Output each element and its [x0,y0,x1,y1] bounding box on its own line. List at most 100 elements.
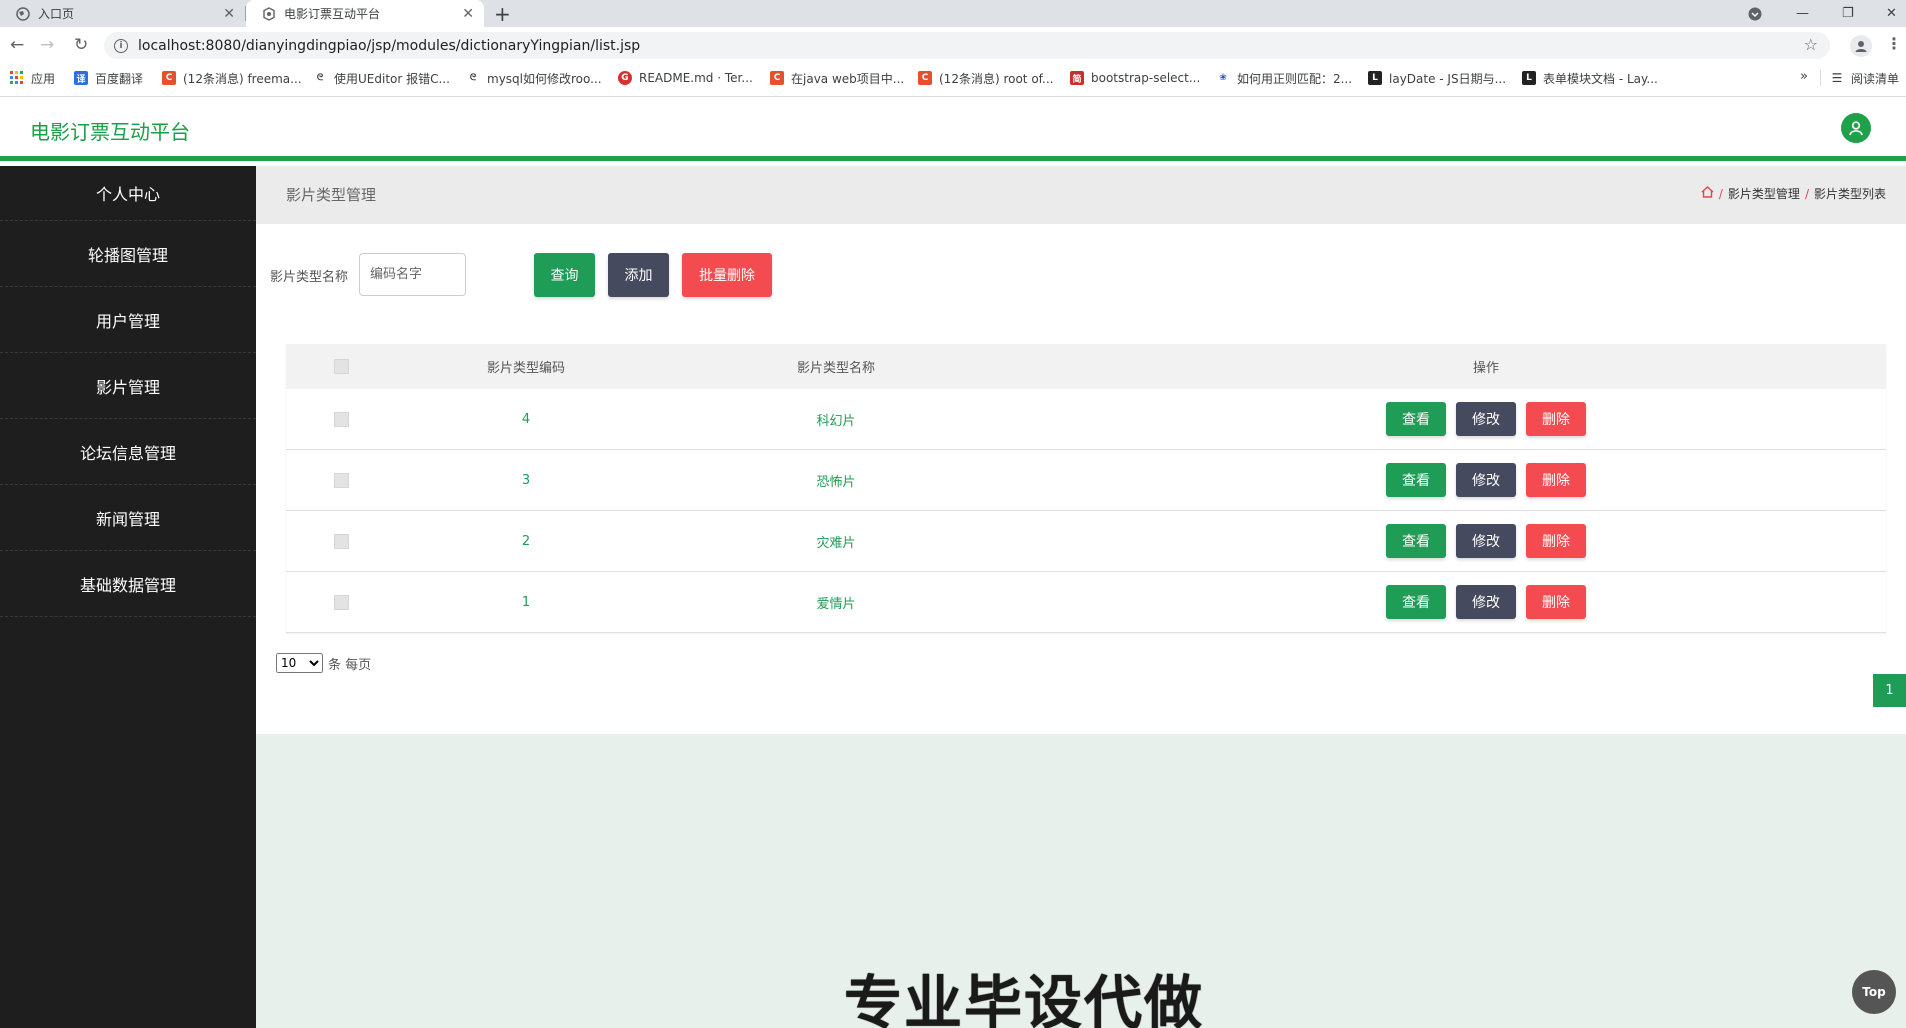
bookmark-apps[interactable]: 应用 [10,64,55,92]
edit-button[interactable]: 修改 [1456,524,1516,558]
edit-button[interactable]: 修改 [1456,585,1516,619]
page-size-select[interactable]: 10 [276,653,323,673]
back-icon[interactable]: ← [10,35,24,55]
tab-search-icon[interactable] [1748,0,1762,27]
url-bar[interactable]: i localhost:8080/dianyingdingpiao/jsp/mo… [104,32,1830,59]
profile-icon[interactable] [1850,35,1872,57]
sidebar: 个人中心 轮播图管理 用户管理 影片管理 论坛信息管理 新闻管理 基础数据管理 [0,166,256,1028]
table-row: 1 爱情片 查看 修改 删除 [286,572,1886,633]
divider [1820,70,1821,86]
cell-name: 恐怖片 [816,474,856,490]
table-row: 2 灾难片 查看 修改 删除 [286,511,1886,572]
bookmark-item[interactable]: 简 bootstrap-select... [1070,64,1200,92]
cell-ops: 查看 修改 删除 [1336,389,1636,449]
sidebar-item-movies[interactable]: 影片管理 [0,353,256,419]
bookmark-item[interactable]: C (12条消息) root of... [918,64,1053,92]
bookmarks-bar: 应用 译 百度翻译 C (12条消息) freema... ᘓ 使用UEdito… [0,64,1906,97]
delete-button[interactable]: 删除 [1526,402,1586,436]
batch-delete-button[interactable]: 批量删除 [682,253,772,297]
bookmark-item[interactable]: G README.md · Ter... [618,64,753,92]
data-table: 影片类型编码 影片类型名称 操作 4 科幻片 查看 修改 删除 3 恐怖片 查看… [286,344,1886,633]
back-to-top-button[interactable]: Top [1852,970,1896,1014]
sidebar-item-personal-center[interactable]: 个人中心 [0,166,256,221]
bookmark-item[interactable]: C 在java web项目中... [770,64,904,92]
bookmark-label: 使用UEditor 报错C... [334,71,450,86]
header-ops: 操作 [1472,361,1499,376]
page-title: 影片类型管理 [286,186,377,204]
query-button[interactable]: 查询 [534,253,595,297]
cell-ops: 查看 修改 删除 [1336,450,1636,510]
view-button[interactable]: 查看 [1386,524,1446,558]
delete-button[interactable]: 删除 [1526,585,1586,619]
forward-icon[interactable]: → [40,35,54,55]
home-icon[interactable] [1701,186,1714,201]
row-checkbox-cell [316,450,366,510]
edit-button[interactable]: 修改 [1456,402,1516,436]
close-tab-icon[interactable]: ✕ [223,6,235,22]
site-info-icon[interactable]: i [114,38,128,53]
close-tab-icon[interactable]: ✕ [462,6,474,22]
bookmark-item[interactable]: L layDate - JS日期与... [1368,64,1506,92]
breadcrumb-separator: / [1804,186,1809,201]
header-name: 影片类型名称 [796,361,875,376]
delete-button[interactable]: 删除 [1526,524,1586,558]
sidebar-item-users[interactable]: 用户管理 [0,287,256,353]
bookmark-label: 百度翻译 [95,71,144,86]
sidebar-item-forum[interactable]: 论坛信息管理 [0,419,256,485]
cell-code: 4 [521,411,531,427]
breadcrumb-item[interactable]: 影片类型管理 [1728,185,1800,202]
jianshu-icon: 简 [1070,71,1084,85]
page-number-button[interactable]: 1 [1873,674,1906,707]
user-avatar-icon[interactable] [1841,113,1871,143]
blog-icon: ᘓ [316,73,324,83]
content-panel: 影片类型管理 / 影片类型管理 / 影片类型列表 影片类型名称 查询 添加 批量… [256,166,1906,734]
bookmark-item[interactable]: C (12条消息) freema... [162,64,302,92]
reading-list-button[interactable]: ☰ 阅读清单 [1830,64,1899,92]
minimize-icon[interactable]: — [1796,0,1809,27]
row-checkbox[interactable] [333,472,349,488]
csdn-icon: C [918,71,932,85]
bookmark-item[interactable]: ᘓ mysql如何修改roo... [466,64,602,92]
edit-button[interactable]: 修改 [1456,463,1516,497]
row-checkbox-cell [316,389,366,449]
view-button[interactable]: 查看 [1386,463,1446,497]
select-all-checkbox[interactable] [333,359,349,374]
browser-menu-icon[interactable]: ⋮ [1886,34,1902,53]
breadcrumb-bar: 影片类型管理 / 影片类型管理 / 影片类型列表 [256,166,1906,224]
page-size-suffix: 条 每页 [328,657,372,673]
sidebar-item-label: 影片管理 [95,377,160,397]
view-button[interactable]: 查看 [1386,402,1446,436]
more-bookmarks-icon[interactable]: » [1800,69,1808,84]
row-checkbox[interactable] [333,533,349,549]
csdn-icon: C [770,71,784,85]
bookmark-item[interactable]: 译 百度翻译 [74,64,143,92]
bookmark-star-icon[interactable]: ☆ [1804,35,1818,54]
reload-icon[interactable]: ↻ [74,35,88,55]
delete-button[interactable]: 删除 [1526,463,1586,497]
globe-icon [16,6,30,21]
table-row: 4 科幻片 查看 修改 删除 [286,389,1886,450]
close-window-icon[interactable]: ✕ [1886,0,1897,27]
browser-tab-bar: 入口页 ✕ 电影订票互动平台 ✕ + — ❐ ✕ [0,0,1906,27]
sidebar-item-news[interactable]: 新闻管理 [0,485,256,551]
restore-icon[interactable]: ❐ [1842,0,1854,27]
breadcrumb: / 影片类型管理 / 影片类型列表 [1701,185,1886,202]
add-button[interactable]: 添加 [608,253,669,297]
bookmark-item[interactable]: ❀ 如何用正则匹配：2... [1216,64,1352,92]
browser-tab-active[interactable]: 电影订票互动平台 ✕ [246,0,484,27]
sidebar-item-carousel[interactable]: 轮播图管理 [0,221,256,287]
bookmark-label: 应用 [31,71,56,86]
search-input[interactable] [359,253,466,296]
sidebar-item-label: 个人中心 [95,185,160,204]
app-title: 电影订票互动平台 [30,120,190,144]
sidebar-item-basic-data[interactable]: 基础数据管理 [0,551,256,617]
row-checkbox[interactable] [333,594,349,610]
bookmark-item[interactable]: L 表单模块文档 - Lay... [1522,64,1658,92]
bookmark-item[interactable]: ᘓ 使用UEditor 报错C... [313,64,450,92]
view-button[interactable]: 查看 [1386,585,1446,619]
new-tab-icon[interactable]: + [494,2,511,26]
header-checkbox-cell [316,344,366,389]
row-checkbox-cell [316,572,366,632]
row-checkbox[interactable] [333,411,349,427]
browser-tab-entry[interactable]: 入口页 ✕ [0,0,245,27]
